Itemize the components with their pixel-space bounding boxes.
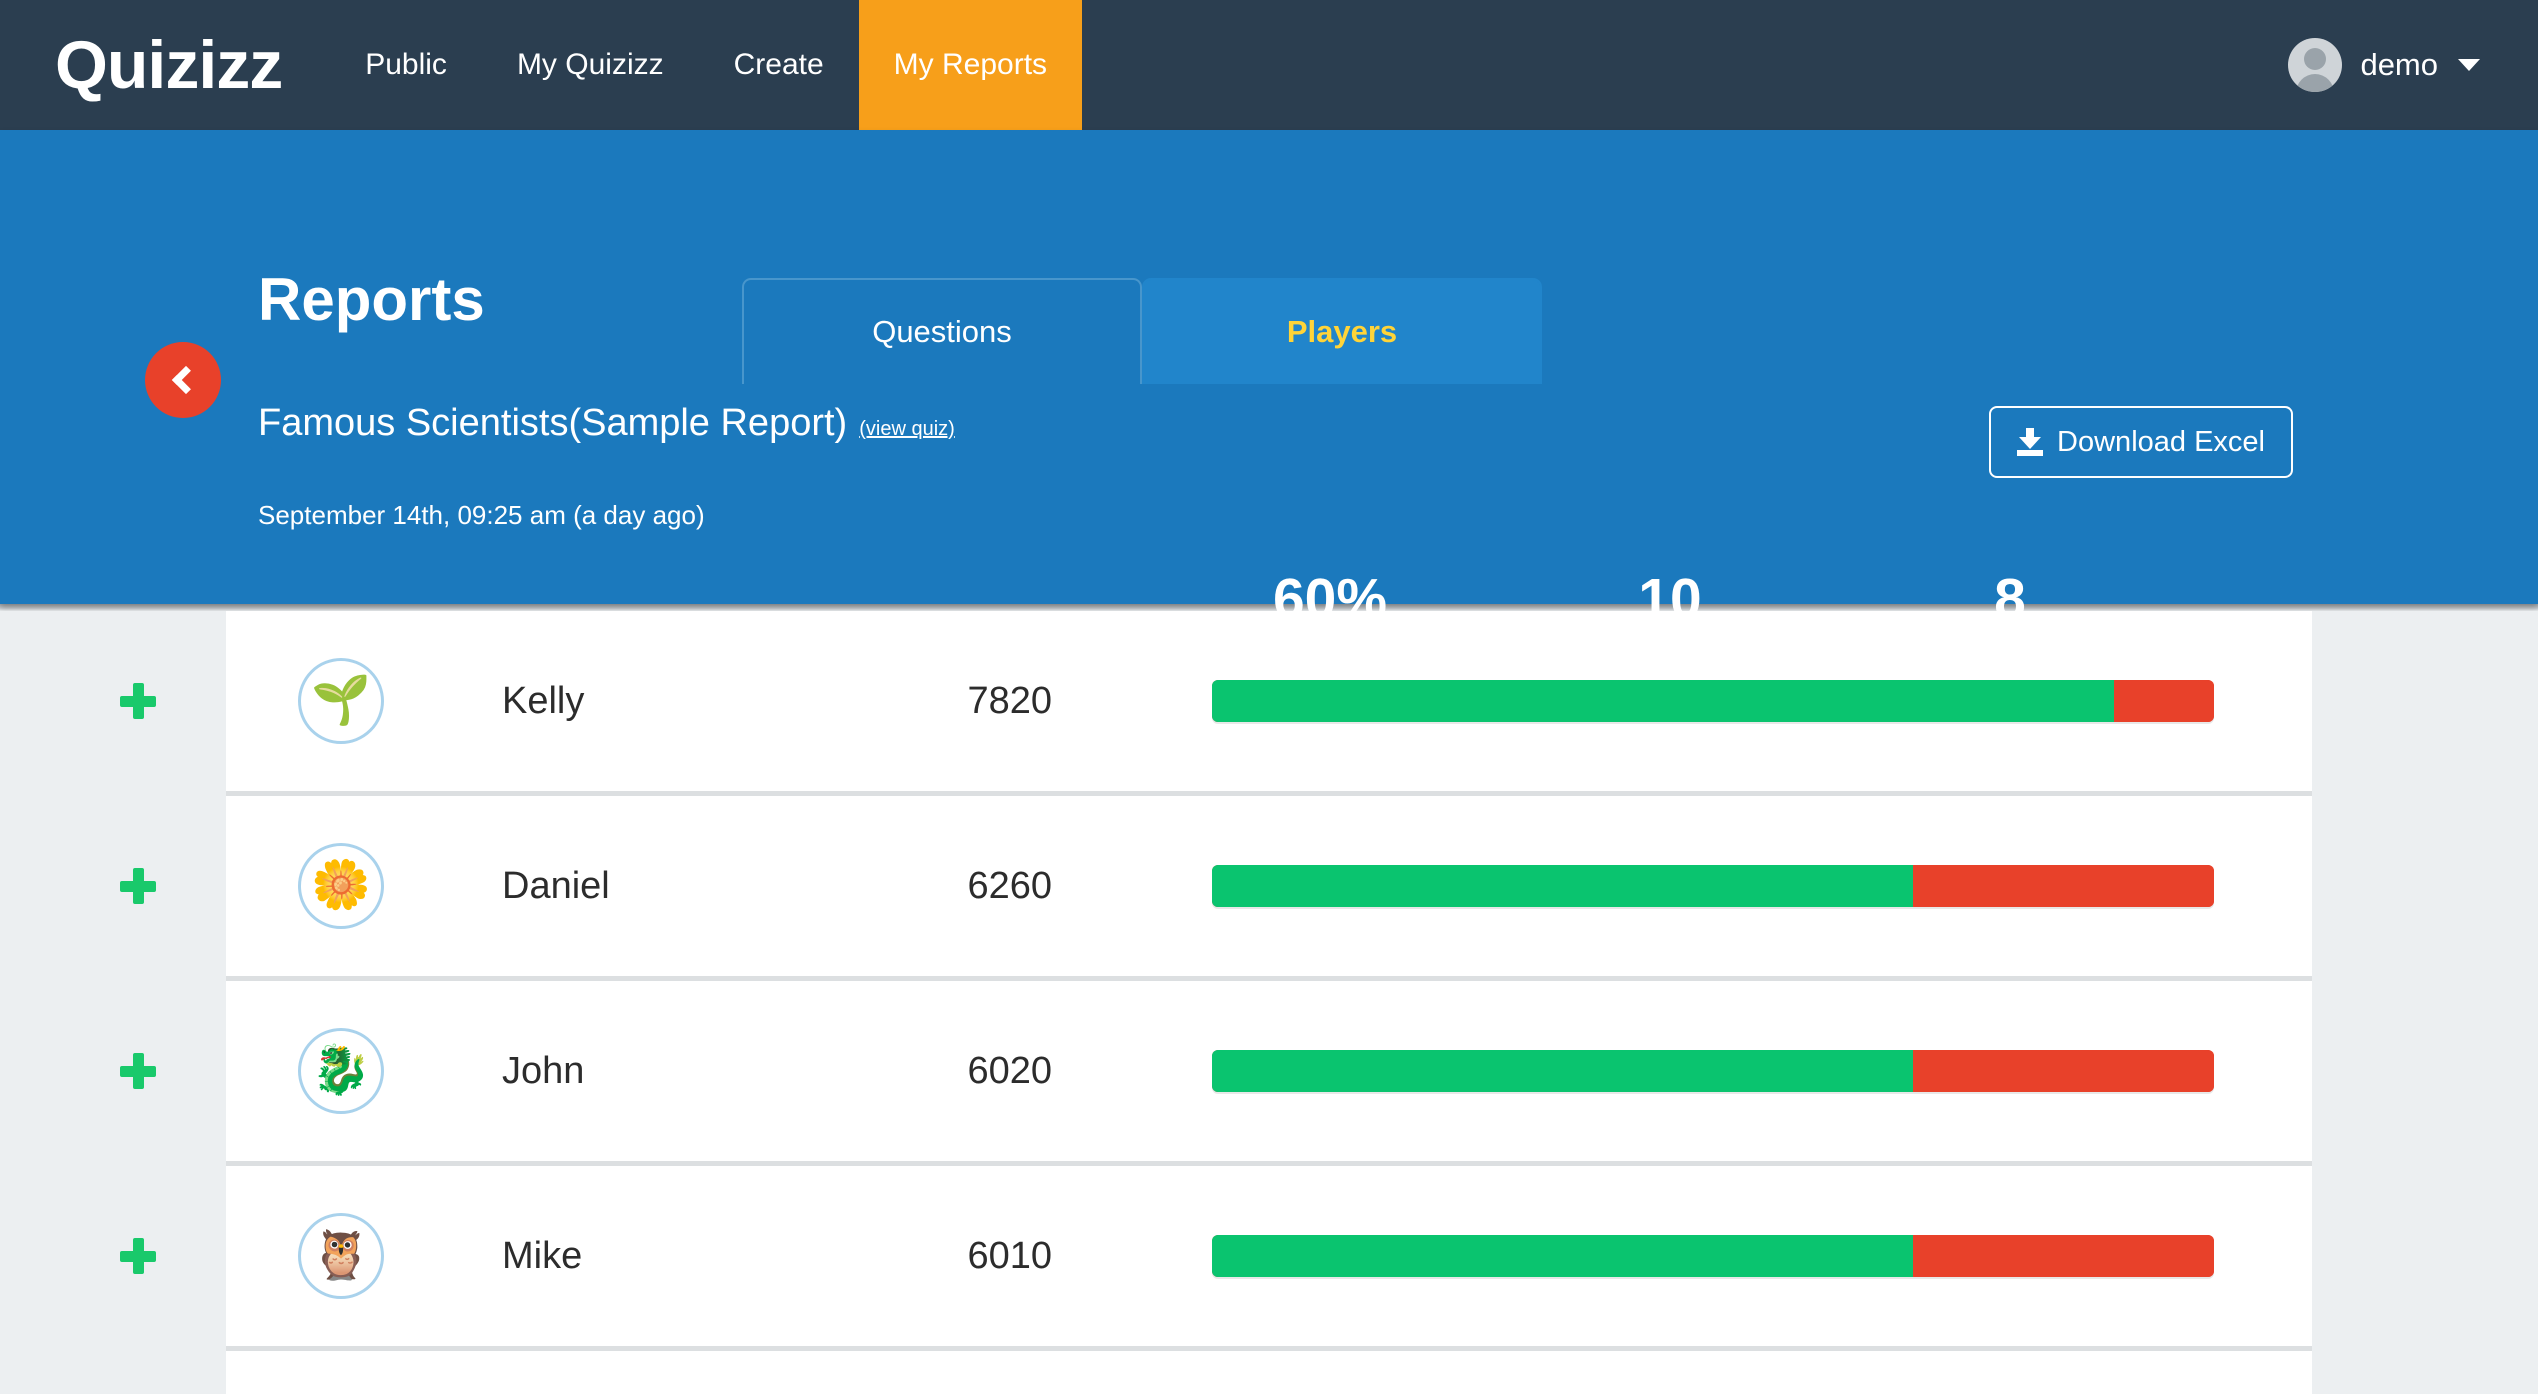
nav-link-create[interactable]: Create	[699, 0, 859, 130]
caret-down-icon	[2458, 59, 2480, 71]
back-button[interactable]	[145, 342, 221, 418]
chevron-left-icon	[171, 365, 201, 395]
top-navbar: Quizizz Public My Quizizz Create My Repo…	[0, 0, 2538, 130]
download-excel-label: Download Excel	[2057, 425, 2265, 458]
player-name: Mike	[502, 1234, 583, 1277]
download-excel-button[interactable]: Download Excel	[1989, 406, 2293, 478]
quiz-name: Famous Scientists(Sample Report) (view q…	[258, 402, 955, 445]
bar-correct-segment	[1212, 1235, 1914, 1277]
player-score: 6260	[967, 864, 1052, 907]
player-name: Kelly	[502, 679, 585, 722]
table-row[interactable]: 🌷	[226, 1351, 2312, 1394]
player-accuracy-bar	[1212, 1050, 2214, 1092]
expand-row-button[interactable]	[108, 1041, 168, 1101]
user-avatar-icon	[2288, 38, 2343, 92]
player-accuracy-bar	[1212, 680, 2214, 722]
user-name-label: demo	[2360, 47, 2438, 82]
player-score: 6010	[967, 1234, 1052, 1277]
report-tabs: Questions Players	[742, 278, 1542, 384]
bar-wrong-segment	[1913, 865, 2214, 907]
player-accuracy-bar	[1212, 1235, 2214, 1277]
table-row[interactable]: 🐉 John 6020	[120, 981, 2312, 1166]
nav-link-public[interactable]: Public	[330, 0, 482, 130]
report-header: Reports Questions Players Famous Scienti…	[0, 130, 2538, 674]
bar-correct-segment	[1212, 680, 2114, 722]
expand-row-button[interactable]	[108, 671, 168, 731]
table-row[interactable]: 🦉 Mike 6010	[120, 1166, 2312, 1351]
owl-avatar-icon: 🦉	[298, 1213, 384, 1299]
bar-wrong-segment	[2113, 680, 2214, 722]
nav-link-my-quizizz[interactable]: My Quizizz	[482, 0, 699, 130]
table-row[interactable]: 🌼 Daniel 6260	[120, 796, 2312, 981]
player-accuracy-bar	[1212, 865, 2214, 907]
player-score: 6020	[967, 1049, 1052, 1092]
tab-questions[interactable]: Questions	[742, 278, 1142, 384]
blossom-avatar-icon: 🌼	[298, 843, 384, 929]
tab-players[interactable]: Players	[1142, 278, 1542, 384]
quiz-name-text: Famous Scientists(Sample Report)	[258, 402, 848, 444]
nav-links: Public My Quizizz Create My Reports	[330, 0, 1083, 130]
bar-wrong-segment	[1913, 1235, 2214, 1277]
page-title: Reports	[258, 266, 485, 333]
bar-correct-segment	[1212, 865, 1914, 907]
view-quiz-link[interactable]: (view quiz)	[859, 418, 955, 441]
expand-row-button[interactable]	[108, 1226, 168, 1286]
brand-logo[interactable]: Quizizz	[0, 0, 283, 130]
bar-wrong-segment	[1913, 1050, 2214, 1092]
player-name: Daniel	[502, 864, 610, 907]
download-icon	[2017, 428, 2044, 456]
dragon-avatar-icon: 🐉	[298, 1028, 384, 1114]
quiz-date: September 14th, 09:25 am (a day ago)	[258, 500, 705, 530]
player-score: 7820	[967, 679, 1052, 722]
expand-row-button[interactable]	[108, 856, 168, 916]
table-row[interactable]: 🌱 Kelly 7820	[120, 611, 2312, 796]
seedling-avatar-icon: 🌱	[298, 658, 384, 744]
nav-link-my-reports[interactable]: My Reports	[858, 0, 1083, 130]
player-name: John	[502, 1049, 585, 1092]
players-list: 🌱 Kelly 7820 🌼 Daniel 6260 🐉 John 6020 🦉…	[0, 611, 2538, 1394]
bar-correct-segment	[1212, 1050, 1914, 1092]
user-menu[interactable]: demo	[2288, 0, 2480, 130]
